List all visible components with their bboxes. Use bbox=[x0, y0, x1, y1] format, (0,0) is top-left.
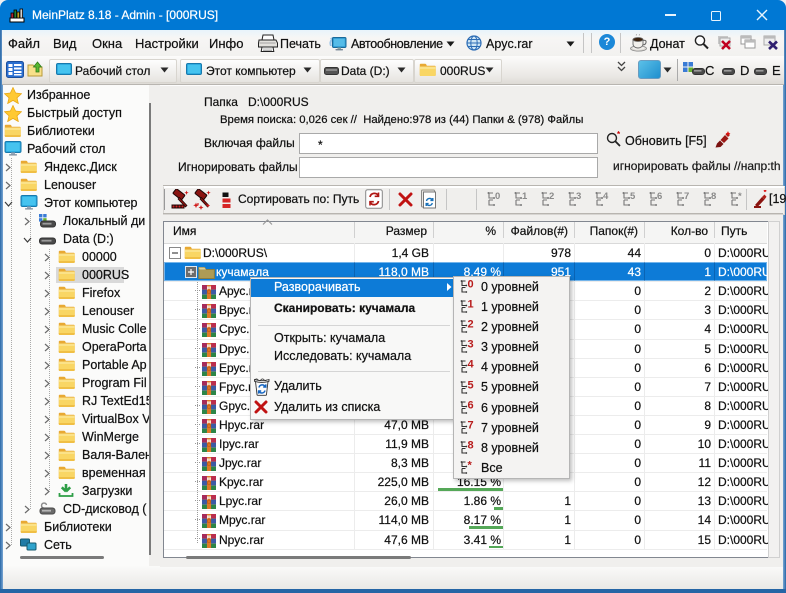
svg-text:*: * bbox=[468, 460, 473, 472]
svg-text:6: 6 bbox=[468, 400, 474, 412]
svg-text:1: 1 bbox=[522, 191, 528, 202]
svg-text:4: 4 bbox=[603, 191, 609, 202]
svg-text:8: 8 bbox=[468, 440, 474, 452]
svg-text:3: 3 bbox=[576, 191, 581, 202]
svg-text:3: 3 bbox=[468, 339, 474, 351]
svg-text:1: 1 bbox=[468, 299, 474, 311]
svg-text:4: 4 bbox=[468, 359, 475, 371]
svg-text:0: 0 bbox=[468, 279, 474, 291]
svg-text:0: 0 bbox=[495, 191, 500, 202]
svg-text:*: * bbox=[617, 131, 621, 139]
svg-text:*: * bbox=[738, 191, 742, 202]
svg-text:2: 2 bbox=[468, 319, 474, 331]
svg-text:7: 7 bbox=[468, 420, 474, 432]
svg-text:2: 2 bbox=[549, 191, 554, 202]
svg-text:*: * bbox=[764, 190, 768, 197]
svg-text:6: 6 bbox=[657, 191, 662, 202]
svg-text:7: 7 bbox=[684, 191, 689, 202]
svg-text:5: 5 bbox=[630, 191, 636, 202]
svg-text:5: 5 bbox=[468, 380, 474, 392]
svg-text:8: 8 bbox=[711, 191, 716, 202]
